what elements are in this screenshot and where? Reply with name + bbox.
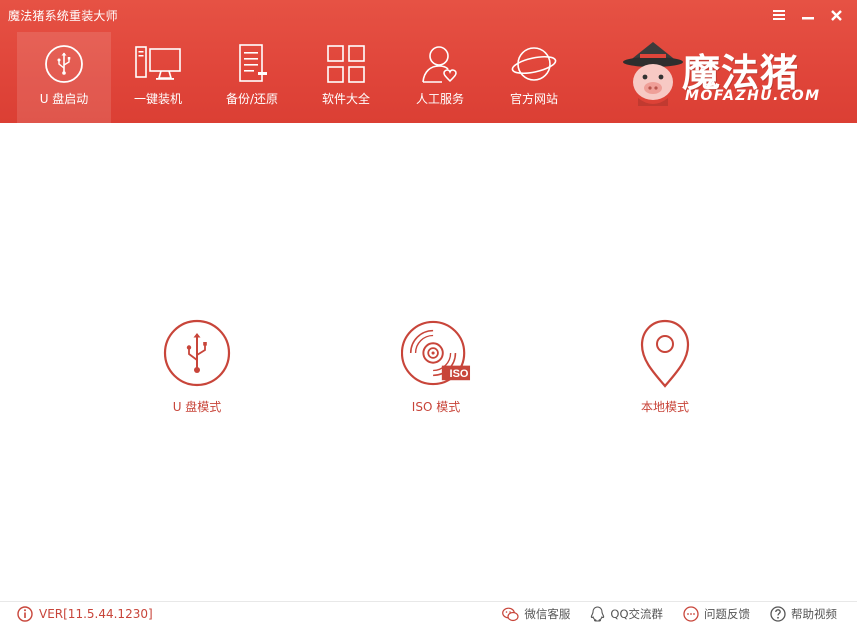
nav-item-official-site[interactable]: 官方网站 (487, 32, 581, 123)
boot-modes: U 盘模式 ISO ISO 模式 本地模式 (0, 318, 857, 428)
nav-item-software[interactable]: 软件大全 (299, 32, 393, 123)
iso-badge: ISO (449, 367, 469, 380)
usb-circle-icon (163, 319, 231, 387)
nav-label: 官方网站 (509, 92, 558, 106)
brand-logo: 魔法猪 MOFAZHU.COM (620, 40, 842, 110)
nav-item-manual-service[interactable]: 人工服务 (393, 32, 487, 123)
app-title: 魔法猪系统重装大师 (8, 9, 118, 23)
close-icon (831, 9, 842, 21)
window-controls (764, 4, 851, 26)
nav-label: 备份/还原 (225, 92, 279, 106)
brand-name-en: MOFAZHU.COM (685, 88, 821, 104)
wechat-icon (502, 607, 519, 621)
menu-icon (772, 10, 785, 20)
mode-label: 本地模式 (640, 400, 689, 414)
nav-label: 一键装机 (133, 92, 182, 106)
link-label: 微信客服 (524, 607, 571, 621)
version-text: VER[11.5.44.1230] (39, 607, 153, 621)
nav-label: 软件大全 (321, 92, 370, 106)
feedback-link[interactable]: 问题反馈 (683, 606, 750, 622)
header-bar: 魔法猪系统重装大师 U 盘启动 一键装机 备份/还原 软件大全 人工服务 官方网… (0, 0, 857, 123)
qq-group-link[interactable]: QQ交流群 (590, 606, 663, 622)
link-label: QQ交流群 (610, 607, 663, 621)
wechat-service-link[interactable]: 微信客服 (502, 606, 570, 622)
minimize-icon (801, 17, 814, 20)
nav-item-backup-restore[interactable]: 备份/还原 (205, 32, 299, 123)
mode-iso[interactable]: ISO ISO 模式 (376, 318, 496, 415)
info-icon (17, 606, 33, 622)
footer-links: 微信客服 QQ交流群 问题反馈 帮助视频 (502, 606, 837, 622)
footer-bar: VER[11.5.44.1230] 微信客服 QQ交流群 问题反馈 帮助视频 (0, 601, 857, 626)
nav-item-one-click-install[interactable]: 一键装机 (111, 32, 205, 123)
person-icon (422, 46, 457, 83)
mode-label: ISO 模式 (411, 400, 461, 414)
document-icon (239, 44, 267, 82)
qq-icon (591, 606, 605, 622)
mode-local[interactable]: 本地模式 (605, 318, 725, 415)
version-info: VER[11.5.44.1230] (17, 606, 153, 622)
nav-label: 人工服务 (415, 92, 464, 106)
feedback-icon (683, 606, 699, 622)
mode-usb[interactable]: U 盘模式 (137, 318, 257, 415)
help-icon (770, 606, 786, 622)
location-pin-icon (640, 319, 690, 388)
nav-item-usb-boot[interactable]: U 盘启动 (17, 32, 111, 123)
menu-button[interactable] (764, 4, 793, 26)
close-button[interactable] (822, 4, 851, 26)
pig-mascot-icon (623, 42, 683, 106)
computer-icon (135, 46, 181, 80)
link-label: 帮助视频 (791, 607, 837, 621)
globe-icon (511, 47, 557, 81)
mode-label: U 盘模式 (172, 400, 222, 414)
link-label: 问题反馈 (704, 607, 750, 621)
help-video-link[interactable]: 帮助视频 (770, 606, 837, 622)
grid-icon (327, 45, 365, 83)
usb-icon (45, 45, 83, 83)
minimize-button[interactable] (793, 4, 822, 26)
nav-label: U 盘启动 (39, 92, 89, 106)
main-nav: U 盘启动 一键装机 备份/还原 软件大全 人工服务 官方网站 (17, 32, 581, 123)
